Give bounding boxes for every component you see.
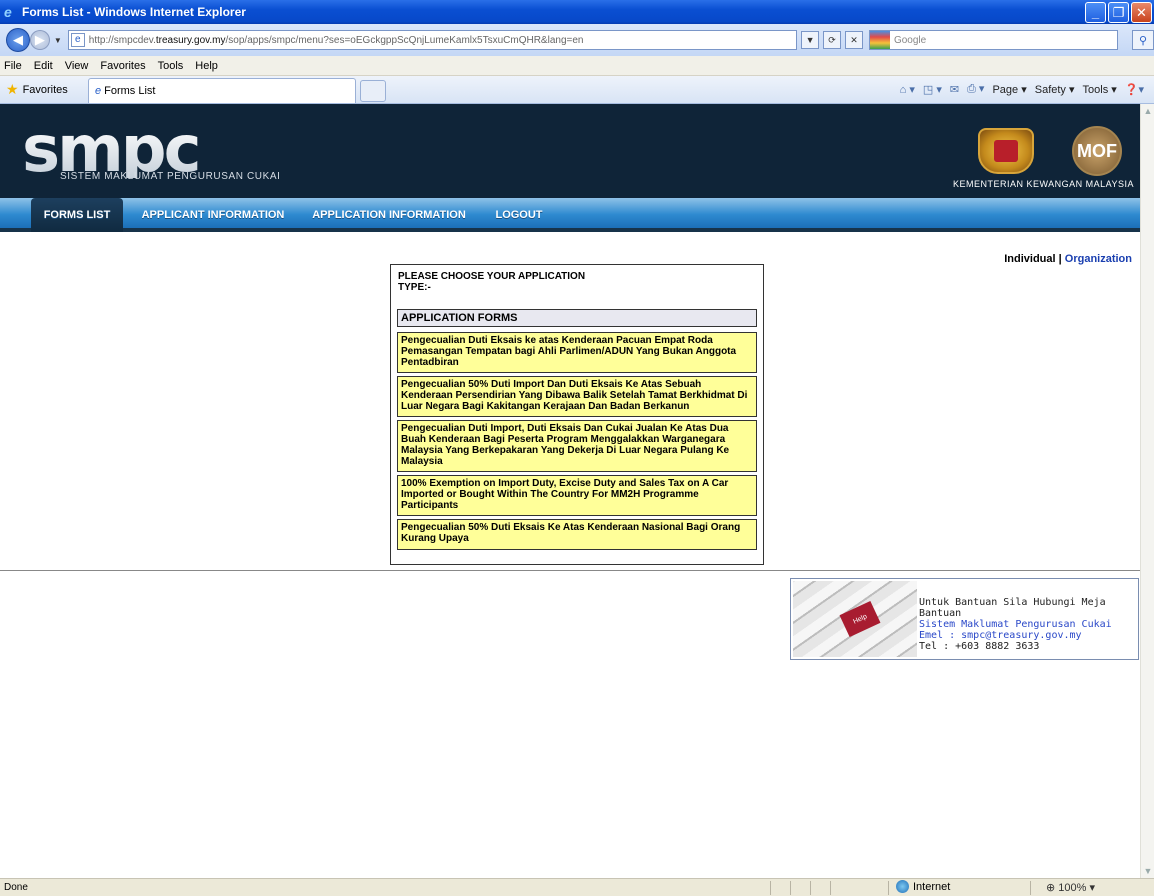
back-button[interactable]: ◀ (6, 28, 30, 52)
smpc-logo: smpc (22, 113, 202, 187)
safety-menu[interactable]: Safety ▾ (1035, 83, 1075, 96)
zoom-control[interactable]: ⊕ 100% ▾ (1046, 881, 1095, 894)
status-cell (810, 881, 811, 895)
application-forms-header: APPLICATION FORMS (397, 309, 757, 327)
window-title-bar: e Forms List - Windows Internet Explorer… (0, 0, 1154, 24)
form-item[interactable]: Pengecualian 50% Duti Eksais Ke Atas Ken… (397, 519, 757, 550)
search-input[interactable]: Google (868, 30, 1119, 50)
choose-prompt: PLEASE CHOOSE YOUR APPLICATION TYPE:- (398, 271, 586, 293)
favorites-bar: ★ Favorites e Forms List ⌂ ▾ ◳ ▾ ✉ ⎙ ▾ P… (0, 76, 1154, 104)
url-host: treasury.gov.my (155, 34, 226, 46)
history-dropdown-icon[interactable]: ▼ (54, 36, 62, 45)
nav-forms-list[interactable]: FORMS LIST (31, 198, 123, 232)
helpdesk-box: Help Untuk Bantuan Sila Hubungi Meja Ban… (790, 578, 1139, 660)
malaysia-crest-icon (978, 128, 1034, 174)
helpdesk-phone: Tel : +603 8882 3633 (919, 641, 1040, 652)
tools-menu[interactable]: Tools ▾ (1083, 83, 1117, 96)
mail-icon[interactable]: ✉ (950, 83, 959, 96)
status-cell (770, 881, 771, 895)
globe-icon (896, 880, 909, 893)
helpdesk-text: Untuk Bantuan Sila Hubungi Meja Bantuan … (919, 597, 1138, 652)
helpdesk-line: Untuk Bantuan Sila Hubungi Meja Bantuan (919, 597, 1106, 619)
refresh-icon[interactable]: ⟳ (823, 31, 842, 49)
new-tab-button[interactable] (360, 80, 386, 102)
status-cell (888, 881, 889, 895)
site-banner: smpc SISTEM MAKLUMAT PENGURUSAN CUKAI MO… (0, 104, 1140, 198)
form-item[interactable]: Pengecualian 50% Duti Import Dan Duti Ek… (397, 376, 757, 417)
nav-applicant-information[interactable]: APPLICANT INFORMATION (140, 198, 286, 232)
web-page: smpc SISTEM MAKLUMAT PENGURUSAN CUKAI MO… (0, 104, 1140, 878)
scroll-down-icon[interactable]: ▼ (1141, 864, 1154, 878)
search-placeholder: Google (893, 34, 927, 46)
command-bar: ⌂ ▾ ◳ ▾ ✉ ⎙ ▾ Page ▾ Safety ▾ Tools ▾ ❓▾ (900, 82, 1144, 96)
menu-favorites[interactable]: Favorites (100, 60, 145, 72)
organization-link[interactable]: Organization (1065, 253, 1132, 265)
status-cell (790, 881, 791, 895)
print-icon[interactable]: ⎙ ▾ (967, 82, 984, 96)
mof-logo: MOF (1072, 126, 1122, 176)
helpdesk-email[interactable]: Emel : smpc@treasury.gov.my (919, 630, 1138, 641)
ministry-name: KEMENTERIAN KEWANGAN MALAYSIA (953, 179, 1135, 189)
menu-bar: File Edit View Favorites Tools Help (0, 56, 1154, 76)
google-icon (869, 31, 890, 49)
form-item[interactable]: Pengecualian Duti Import, Duti Eksais Da… (397, 420, 757, 472)
keyboard-help-image: Help (793, 581, 917, 657)
zoom-level: 100% (1058, 882, 1087, 894)
address-input[interactable]: e http://smpcdev. treasury.gov.my/sop/app… (67, 30, 798, 50)
helpdesk-system-name: Sistem Maklumat Pengurusan Cukai (919, 619, 1112, 630)
status-cell (1030, 881, 1031, 895)
site-nav: FORMS LIST APPLICANT INFORMATION APPLICA… (0, 198, 1140, 232)
nav-logout[interactable]: LOGOUT (492, 198, 546, 232)
scroll-up-icon[interactable]: ▲ (1141, 104, 1154, 118)
application-panel: PLEASE CHOOSE YOUR APPLICATION TYPE:- AP… (390, 264, 764, 565)
zone-label: Internet (913, 880, 951, 893)
nav-application-information[interactable]: APPLICATION INFORMATION (310, 198, 468, 232)
url-path: /sop/apps/smpc/menu?ses=oEGckgppScQnjLum… (225, 34, 584, 46)
applicant-type-switch: Individual | Organization (1004, 253, 1132, 265)
separator: | (1058, 253, 1062, 265)
status-cell (830, 881, 831, 895)
home-icon[interactable]: ⌂ ▾ (900, 83, 915, 96)
tab-ie-icon: e (95, 85, 102, 97)
divider (0, 570, 1140, 571)
window-title: Forms List - Windows Internet Explorer (22, 5, 246, 19)
favorites-star-icon[interactable]: ★ (6, 81, 19, 98)
menu-help[interactable]: Help (195, 60, 218, 72)
ie-logo-icon: e (4, 4, 12, 20)
stop-icon[interactable]: ✕ (845, 31, 863, 49)
page-menu[interactable]: Page ▾ (992, 83, 1026, 96)
form-item[interactable]: Pengecualian Duti Eksais ke atas Kendera… (397, 332, 757, 373)
page-icon: e (70, 33, 85, 47)
status-bar: Done Internet ⊕ 100% ▾ (0, 878, 1154, 896)
help-icon[interactable]: ❓▾ (1125, 83, 1144, 96)
security-zone: Internet (896, 880, 950, 893)
favorites-button[interactable]: Favorites (23, 84, 68, 96)
menu-file[interactable]: File (4, 60, 22, 72)
url-prefix: http://smpcdev. (88, 34, 156, 46)
form-item[interactable]: 100% Exemption on Import Duty, Excise Du… (397, 475, 757, 516)
minimize-button[interactable]: _ (1085, 2, 1106, 23)
menu-edit[interactable]: Edit (34, 60, 53, 72)
close-button[interactable]: ✕ (1131, 2, 1152, 23)
address-dropdown-icon[interactable]: ▼ (801, 31, 820, 49)
window-controls: _ ❐ ✕ (1085, 2, 1152, 23)
menu-view[interactable]: View (65, 60, 89, 72)
address-toolbar: ◀ ▶ ▼ e http://smpcdev. treasury.gov.my/s… (0, 24, 1154, 56)
tab-title: Forms List (104, 85, 156, 97)
feeds-icon[interactable]: ◳ ▾ (923, 83, 942, 96)
search-icon[interactable]: ⚲ (1132, 30, 1154, 50)
logo-subtitle: SISTEM MAKLUMAT PENGURUSAN CUKAI (60, 171, 281, 182)
status-text: Done (4, 882, 28, 893)
maximize-button[interactable]: ❐ (1108, 2, 1129, 23)
vertical-scrollbar[interactable]: ▲ ▼ (1140, 104, 1154, 878)
individual-link[interactable]: Individual (1004, 253, 1055, 265)
forward-button[interactable]: ▶ (29, 30, 50, 50)
browser-tab[interactable]: e Forms List (88, 78, 356, 103)
menu-tools[interactable]: Tools (158, 60, 184, 72)
help-key-icon: Help (839, 600, 881, 638)
